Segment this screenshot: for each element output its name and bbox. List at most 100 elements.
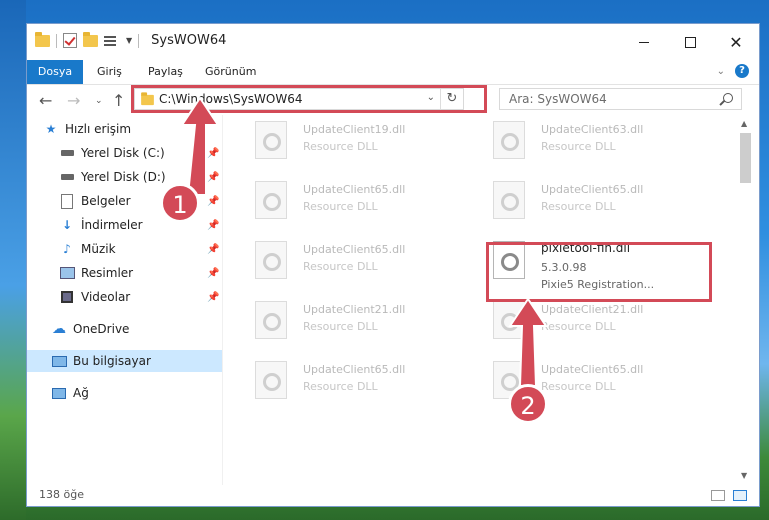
sidebar-item-label: Resimler [81,266,134,280]
sidebar-item-videos[interactable]: Videolar 📌 [59,286,222,308]
maximize-button[interactable] [667,24,713,60]
file-item[interactable]: UpdateClient65.dll Resource DLL [243,355,473,409]
pin-icon[interactable]: 📌 [207,244,219,255]
sidebar-item-label: Bu bilgisayar [73,354,151,368]
customize-toolbar-icon[interactable] [104,35,120,47]
videos-icon [59,290,75,304]
computer-icon [51,354,67,368]
sidebar-item-downloads[interactable]: ↓ İndirmeler 📌 [59,214,222,236]
up-arrow-icon[interactable]: ↑ [112,91,125,110]
properties-check-icon[interactable] [63,33,77,48]
file-description: Resource DLL [303,200,378,213]
sidebar-item-label: Yerel Disk (D:) [81,170,166,184]
folder-icon [35,31,50,47]
minimize-icon [639,41,649,43]
file-item[interactable]: UpdateClient65.dll Resource DLL [481,175,711,229]
file-name: UpdateClient65.dll [303,363,406,376]
search-box[interactable]: Ara: SysWOW64 [499,88,742,110]
sidebar-item-onedrive[interactable]: ☁ OneDrive [51,318,222,340]
file-item[interactable]: UpdateClient19.dll Resource DLL [243,115,473,169]
navigation-bar: ← → ⌄ ↑ C:\Windows\SysWOW64 ⌄ ↻ Ara: Sys… [27,85,759,115]
sidebar-item-label: İndirmeler [81,218,143,232]
dll-file-icon [493,121,525,159]
file-name: UpdateClient19.dll [303,123,406,136]
file-description: Resource DLL [541,200,616,213]
toolbar-divider [56,33,57,48]
maximize-icon [684,36,696,48]
forward-arrow-icon[interactable]: → [67,91,80,110]
recent-locations-chevron-icon[interactable]: ⌄ [95,96,103,106]
sidebar-item-label: Yerel Disk (C:) [81,146,165,160]
pin-icon[interactable]: 📌 [207,292,219,303]
close-icon: ✕ [729,32,743,52]
sidebar-item-label: Videolar [81,290,131,304]
dll-file-icon [255,121,287,159]
tab-file[interactable]: Dosya [27,60,83,84]
back-arrow-icon[interactable]: ← [39,91,52,110]
search-icon[interactable] [723,93,733,103]
window-controls: ✕ [621,24,759,60]
dll-file-icon [255,301,287,339]
minimize-button[interactable] [621,24,667,60]
network-icon [51,386,67,400]
download-icon: ↓ [61,218,73,232]
sidebar-item-network[interactable]: Ağ [51,382,222,404]
sidebar-item-pictures[interactable]: Resimler 📌 [59,262,222,284]
documents-icon [59,193,75,209]
file-description: Resource DLL [303,140,378,153]
vertical-scrollbar[interactable]: ▲ ▼ [737,115,754,485]
file-item[interactable]: UpdateClient65.dll Resource DLL [243,235,473,289]
file-name: UpdateClient21.dll [303,303,406,316]
dll-file-icon [255,241,287,279]
dll-file-icon [255,361,287,399]
drive-icon [59,146,75,160]
dll-file-icon [255,181,287,219]
file-description: Resource DLL [541,140,616,153]
chevron-down-icon[interactable]: ▼ [126,36,132,45]
step-1-badge: 1 [160,183,200,223]
file-description: Resource DLL [303,320,378,333]
explorer-window: ▼ SysWOW64 ✕ Dosya Giriş Paylaş Görünüm … [26,23,760,507]
large-icons-view-icon[interactable] [733,490,747,501]
sidebar-item-label: Müzik [81,242,116,256]
sidebar-item-label: OneDrive [73,322,130,336]
new-folder-icon[interactable] [83,31,98,47]
close-button[interactable]: ✕ [713,24,759,60]
music-icon: ♪ [63,242,71,256]
pictures-icon [59,266,75,280]
star-icon: ★ [45,122,57,136]
tab-home[interactable]: Giriş [97,60,122,84]
dll-file-icon [493,181,525,219]
scroll-down-icon[interactable]: ▼ [741,471,747,480]
ribbon-tabs: Dosya Giriş Paylaş Görünüm ⌄ ? [27,60,759,85]
cloud-icon: ☁ [52,321,66,337]
sidebar-item-label: Ağ [73,386,89,400]
file-description: Resource DLL [303,260,378,273]
pin-icon[interactable]: 📌 [207,268,219,279]
file-name: UpdateClient63.dll [541,123,644,136]
search-input[interactable]: Ara: SysWOW64 [509,92,607,106]
details-view-icon[interactable] [711,490,725,501]
file-name: UpdateClient65.dll [303,243,406,256]
pin-icon[interactable]: 📌 [207,220,219,231]
file-item[interactable]: UpdateClient63.dll Resource DLL [481,115,711,169]
help-icon[interactable]: ? [735,64,749,78]
file-description: Resource DLL [303,380,378,393]
scrollbar-thumb[interactable] [740,133,751,183]
quick-access-toolbar: ▼ SysWOW64 [35,31,226,48]
expand-ribbon-icon[interactable]: ⌄ [717,66,725,77]
tab-view[interactable]: Görünüm [205,60,256,84]
sidebar-item-this-pc[interactable]: Bu bilgisayar [27,350,222,372]
file-item[interactable]: UpdateClient65.dll Resource DLL [243,175,473,229]
annotation-arrow-2 [508,297,548,387]
scroll-up-icon[interactable]: ▲ [741,119,747,128]
toolbar-divider [138,33,140,48]
ribbon-right-controls: ⌄ ? [717,64,749,78]
tab-share[interactable]: Paylaş [148,60,183,84]
item-count: 138 öğe [39,488,84,501]
sidebar-item-music[interactable]: ♪ Müzik 📌 [59,238,222,260]
status-bar: 138 öğe [27,485,759,507]
step-2-badge: 2 [508,384,548,424]
file-name: UpdateClient65.dll [303,183,406,196]
file-item[interactable]: UpdateClient21.dll Resource DLL [243,295,473,349]
